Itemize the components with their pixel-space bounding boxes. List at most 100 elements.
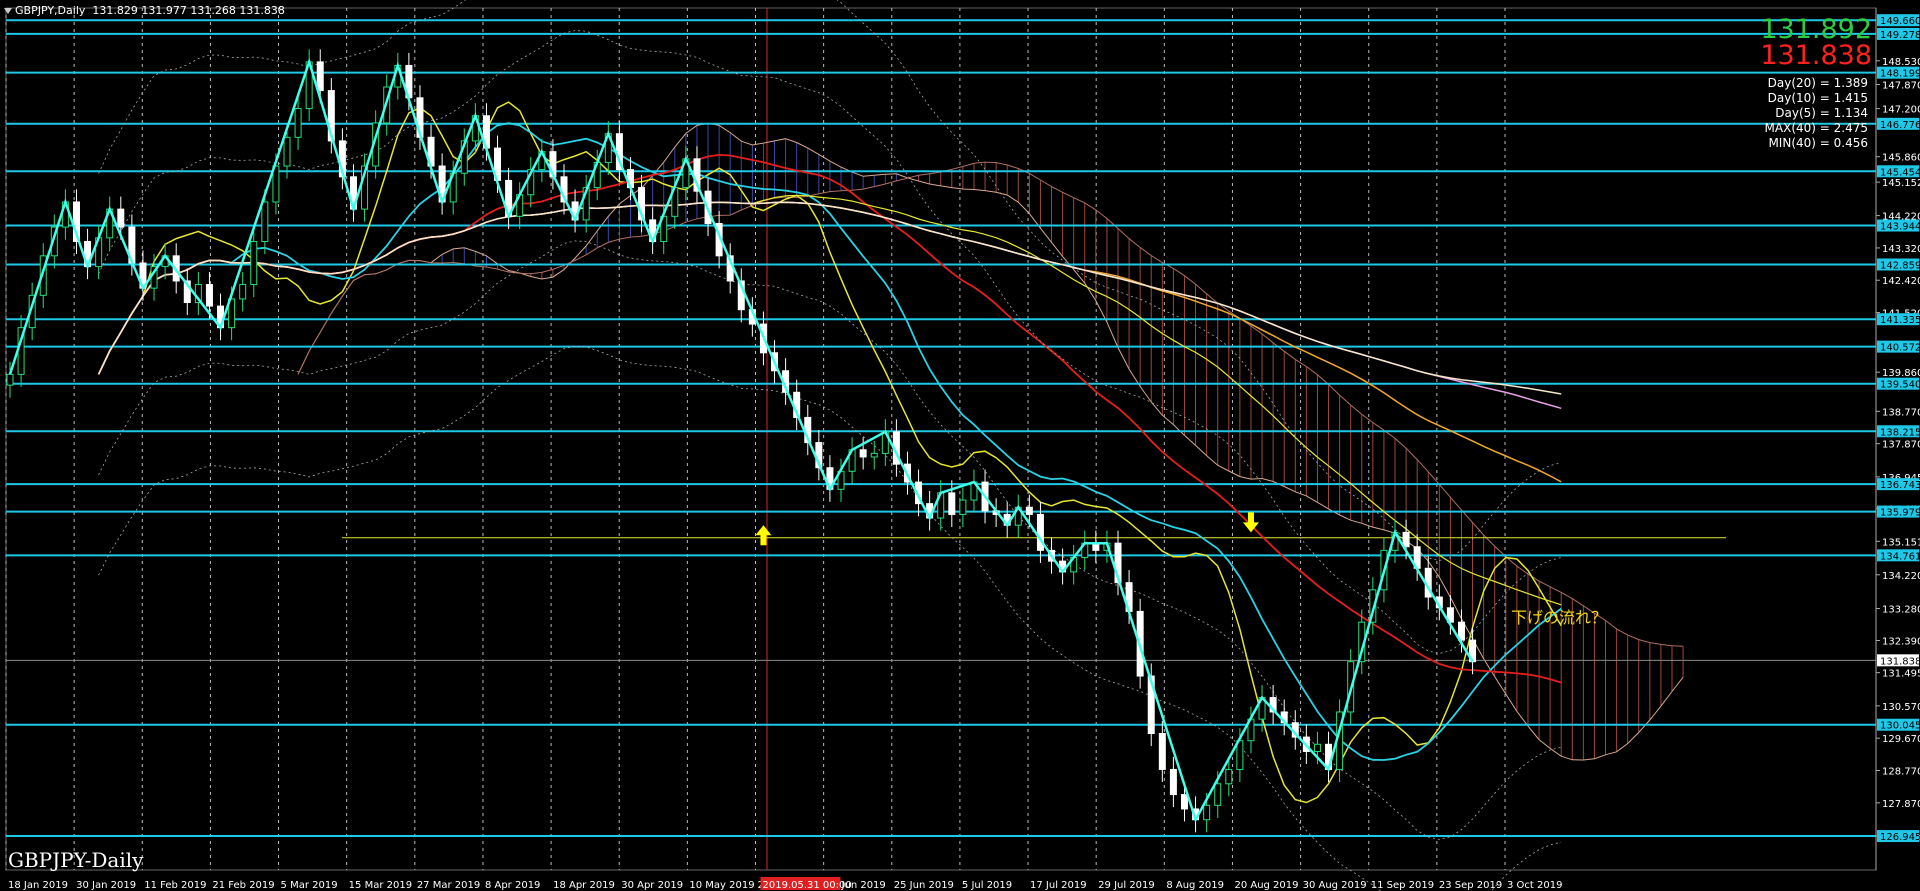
stat-day20: Day(20) = 1.389	[1767, 76, 1868, 90]
annotation-text: 下げの流れ？	[1511, 608, 1608, 627]
candle-body	[239, 284, 247, 300]
x-tick-label: 10 May 2019	[689, 880, 754, 891]
candle-body	[6, 373, 14, 386]
collapse-triangle-icon[interactable]	[4, 8, 12, 14]
x-tick-label: 20 Aug 2019	[1234, 880, 1298, 891]
candle-body	[1025, 506, 1033, 515]
x-tick-label: 5 Mar 2019	[281, 880, 338, 891]
stat-max40: MAX(40) = 2.475	[1764, 121, 1868, 135]
y-tick-label: 145.860	[1882, 153, 1920, 164]
candle-body	[1236, 740, 1244, 770]
x-tick-label: 5 Jul 2019	[962, 880, 1012, 891]
level-price-label: 134.761	[1880, 551, 1920, 562]
candle-body	[1036, 513, 1044, 551]
x-tick-label: 8 Aug 2019	[1166, 880, 1224, 891]
level-price-label: 135.979	[1880, 508, 1920, 519]
level-price-label: 139.540	[1880, 380, 1920, 391]
level-price-label: 143.944	[1880, 222, 1920, 233]
level-price-label: 138.215	[1880, 427, 1920, 438]
y-tick-label: 128.770	[1882, 767, 1920, 778]
candle-body	[283, 136, 291, 167]
up-arrow-icon	[755, 525, 772, 546]
level-price-label: 140.572	[1880, 343, 1920, 354]
candle-body	[1313, 743, 1321, 752]
cloud-span-b	[297, 161, 1684, 647]
x-tick-label: 11 Feb 2019	[144, 880, 206, 891]
ma-5-line	[97, 101, 1562, 804]
ma-60-line	[98, 194, 1562, 606]
candle-body	[948, 492, 956, 515]
candle-body	[250, 240, 258, 286]
x-tick-label: 30 Apr 2019	[621, 880, 683, 891]
y-tick-label: 127.870	[1882, 799, 1920, 810]
ma-120-line	[97, 201, 1562, 410]
x-tick-label: 15 Mar 2019	[349, 880, 412, 891]
candle-body	[294, 108, 302, 138]
y-tick-label: 131.495	[1882, 669, 1920, 680]
candle-body	[261, 201, 269, 242]
level-price-label: 146.776	[1880, 120, 1920, 131]
candle-body	[316, 61, 324, 92]
level-price-label: 149.278	[1880, 30, 1920, 41]
candle-body	[205, 284, 213, 307]
x-tick-label: 11 Sep 2019	[1371, 880, 1434, 891]
level-price-label: 131.838	[1880, 656, 1920, 667]
stat-min40: MIN(40) = 0.456	[1768, 136, 1868, 150]
y-tick-label: 129.670	[1882, 734, 1920, 745]
x-tick-label: 27 Mar 2019	[417, 880, 480, 891]
x-tick-label: 23 Sep 2019	[1439, 880, 1502, 891]
x-tick-label: 30 Jan 2019	[76, 880, 136, 891]
x-tick-label: 21 Feb 2019	[212, 880, 274, 891]
stat-day5: Day(5) = 1.134	[1775, 106, 1868, 120]
x-tick-label: 8 Apr 2019	[485, 880, 540, 891]
x-tick-label: 30 Aug 2019	[1303, 880, 1367, 891]
level-price-label: 141.335	[1880, 315, 1920, 326]
ma-13-line	[97, 122, 1562, 761]
candle-body	[117, 208, 125, 228]
y-tick-label: 134.220	[1882, 571, 1920, 582]
candle-body	[1402, 531, 1410, 548]
candle-body	[870, 452, 878, 458]
chart-header: GBPJPY,Daily 131.829 131.977 131.268 131…	[4, 4, 285, 17]
candle-body	[959, 499, 967, 515]
level-price-label: 126.945	[1880, 832, 1920, 843]
x-tick-label: 25 Jun 2019	[894, 880, 954, 891]
ma-34-line	[97, 153, 1562, 684]
x-tick-label: 29 Jul 2019	[1098, 880, 1155, 891]
ohlc-values: 131.829 131.977 131.268 131.838	[92, 4, 285, 17]
candle-body	[1225, 768, 1233, 785]
x-tick-label: 3 Oct 2019	[1507, 880, 1562, 891]
range-stats: Day(20) = 1.389 Day(10) = 1.415 Day(5) =…	[1765, 76, 1868, 151]
price-axis: 148.530147.870147.200145.860145.152144.2…	[1875, 8, 1920, 870]
candle-body	[1214, 783, 1222, 806]
candle-body	[1169, 768, 1177, 796]
level-price-label: 148.199	[1880, 69, 1920, 80]
x-tick-label: 17 Jul 2019	[1030, 880, 1087, 891]
price-chart[interactable]: 148.530147.870147.200145.860145.152144.2…	[0, 0, 1920, 891]
level-price-label: 136.743	[1880, 480, 1920, 491]
y-tick-label: 145.152	[1882, 178, 1920, 189]
ma-90-line	[97, 201, 1562, 483]
candle-body	[1158, 733, 1166, 770]
down-arrow-icon	[1242, 512, 1259, 533]
y-tick-label: 130.570	[1882, 702, 1920, 713]
y-tick-label: 137.870	[1882, 440, 1920, 451]
y-tick-label: 132.390	[1882, 636, 1920, 647]
envelope-line	[98, 345, 1562, 891]
ask-price: 131.892	[1760, 14, 1872, 45]
y-tick-label: 138.770	[1882, 407, 1920, 418]
y-tick-label: 148.530	[1882, 57, 1920, 68]
y-tick-label: 147.200	[1882, 105, 1920, 116]
symbol-label: GBPJPY,Daily	[15, 4, 86, 17]
ma-160-line	[97, 201, 1562, 395]
x-tick-label: 18 Apr 2019	[553, 880, 615, 891]
bid-price: 131.838	[1760, 40, 1872, 71]
level-price-label: 149.660	[1880, 16, 1920, 27]
x-tick-label: 18 Jan 2019	[8, 880, 68, 891]
level-price-label: 130.045	[1880, 721, 1920, 732]
y-tick-label: 139.860	[1882, 368, 1920, 379]
date-highlight-label: 2019.05.31 00:00	[763, 880, 852, 891]
y-tick-label: 142.420	[1882, 276, 1920, 287]
candle-body	[859, 449, 867, 458]
level-price-label: 145.454	[1880, 167, 1920, 178]
